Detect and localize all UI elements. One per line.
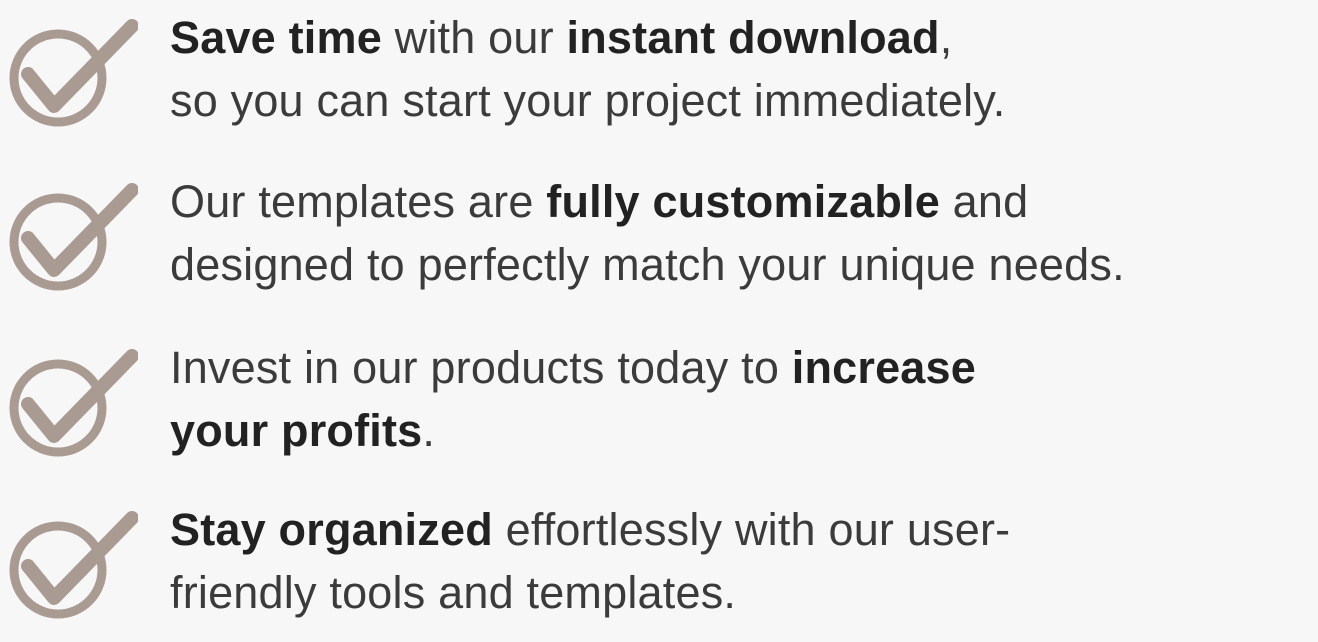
plain-text: Invest in our products today to bbox=[170, 342, 792, 393]
checkmark-circle-icon bbox=[9, 183, 138, 291]
plain-text: . bbox=[422, 405, 436, 456]
emphasis-text: increase bbox=[791, 342, 976, 393]
feature-text: Save time with our instant download, so … bbox=[170, 6, 1315, 132]
feature-line-2: friendly tools and templates. bbox=[170, 567, 737, 618]
plain-text: Our templates are bbox=[170, 176, 547, 227]
checkmark-circle-icon bbox=[9, 511, 138, 619]
feature-text: Stay organized effortlessly with our use… bbox=[170, 498, 1315, 624]
plain-text: , bbox=[939, 12, 953, 63]
feature-line-1: Our templates are fully customizable and bbox=[170, 170, 1315, 233]
emphasis-text: instant download bbox=[566, 12, 940, 63]
feature-line-2: your profits. bbox=[170, 399, 1315, 462]
checkmark-circle-icon bbox=[9, 19, 138, 127]
feature-line-1: Stay organized effortlessly with our use… bbox=[170, 498, 1315, 561]
feature-line-2: designed to perfectly match your unique … bbox=[170, 239, 1125, 290]
emphasis-text: your profits bbox=[170, 405, 423, 456]
feature-item-organized: Stay organized effortlessly with our use… bbox=[0, 492, 1318, 642]
feature-line-2: so you can start your project immediatel… bbox=[170, 75, 1006, 126]
feature-item-customizable: Our templates are fully customizable and… bbox=[0, 164, 1318, 314]
feature-line-1: Invest in our products today to increase bbox=[170, 336, 1315, 399]
feature-item-instant-download: Save time with our instant download, so … bbox=[0, 0, 1318, 150]
feature-list: Save time with our instant download, so … bbox=[0, 0, 1318, 637]
feature-line-1: Save time with our instant download, bbox=[170, 6, 1315, 69]
feature-item-profits: Invest in our products today to increase… bbox=[0, 330, 1318, 480]
plain-text: and bbox=[939, 176, 1029, 227]
emphasis-text: Stay organized bbox=[170, 504, 493, 555]
plain-text: with our bbox=[381, 12, 567, 63]
feature-text: Invest in our products today to increase… bbox=[170, 336, 1315, 462]
checkmark-circle-icon bbox=[9, 349, 138, 457]
emphasis-text: fully customizable bbox=[546, 176, 940, 227]
feature-text: Our templates are fully customizable and… bbox=[170, 170, 1315, 296]
plain-text: effortlessly with our user- bbox=[492, 504, 1011, 555]
emphasis-text: Save time bbox=[170, 12, 382, 63]
